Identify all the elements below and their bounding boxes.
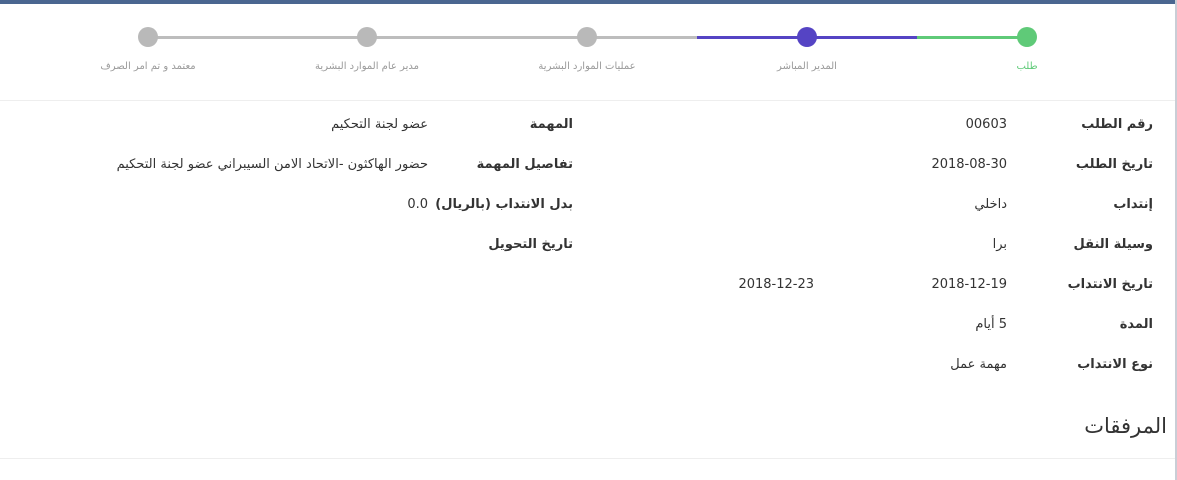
delegation-end-value: 2018-12-23	[738, 277, 814, 292]
step-connector-1	[917, 36, 1027, 39]
transport-value: برا	[992, 237, 1007, 252]
delegation-type-value: مهمة عمل	[950, 357, 1007, 372]
task-details-value: حضور الهاكثون -الاتحاد الامن السيبراني ع…	[116, 157, 428, 172]
attachments-divider	[0, 458, 1177, 459]
duration-value: 5 أيام	[975, 317, 1007, 332]
request-number-label: رقم الطلب	[1081, 117, 1153, 132]
request-date-value: 2018-08-30	[931, 157, 1007, 172]
request-date-label: تاريخ الطلب	[1075, 157, 1153, 172]
step-dot-request	[1017, 27, 1037, 47]
step-label-hr-general-manager: مدير عام الموارد البشرية	[315, 61, 419, 72]
allowance-label: بدل الانتداب (بالريال)	[435, 197, 573, 212]
stepper-divider	[0, 100, 1177, 101]
step-label-hr-operations: عمليات الموارد البشرية	[538, 61, 636, 72]
duration-label: المدة	[1119, 317, 1153, 332]
step-dot-direct-manager	[797, 27, 817, 47]
step-dot-approved	[138, 27, 158, 47]
approval-stepper: طلب المدير المباشر عمليات الموارد البشري…	[0, 0, 1177, 100]
attachments-heading: المرفقات	[1084, 414, 1167, 438]
task-label: المهمة	[529, 117, 573, 132]
delegation-type-label: نوع الانتداب	[1077, 357, 1153, 372]
delegation-value: داخلي	[974, 197, 1007, 212]
transport-label: وسيلة النقل	[1073, 237, 1154, 252]
step-label-approved: معتمد و تم امر الصرف	[100, 61, 196, 72]
delegation-start-value: 2018-12-19	[931, 277, 1007, 292]
task-value: عضو لجنة التحكيم	[331, 117, 428, 132]
request-number-value: 00603	[965, 117, 1007, 132]
step-dot-hr-operations	[577, 27, 597, 47]
step-connector-3	[148, 36, 697, 39]
delegation-label: إنتداب	[1113, 197, 1153, 212]
task-details-label: تفاصيل المهمة	[476, 157, 573, 172]
step-label-request: طلب	[1016, 61, 1038, 72]
transfer-date-label: تاريخ التحويل	[488, 237, 573, 252]
allowance-value: 0.0	[407, 197, 428, 212]
step-dot-hr-general-manager	[357, 27, 377, 47]
step-label-direct-manager: المدير المباشر	[777, 61, 837, 72]
delegation-date-label: تاريخ الانتداب	[1067, 277, 1153, 292]
